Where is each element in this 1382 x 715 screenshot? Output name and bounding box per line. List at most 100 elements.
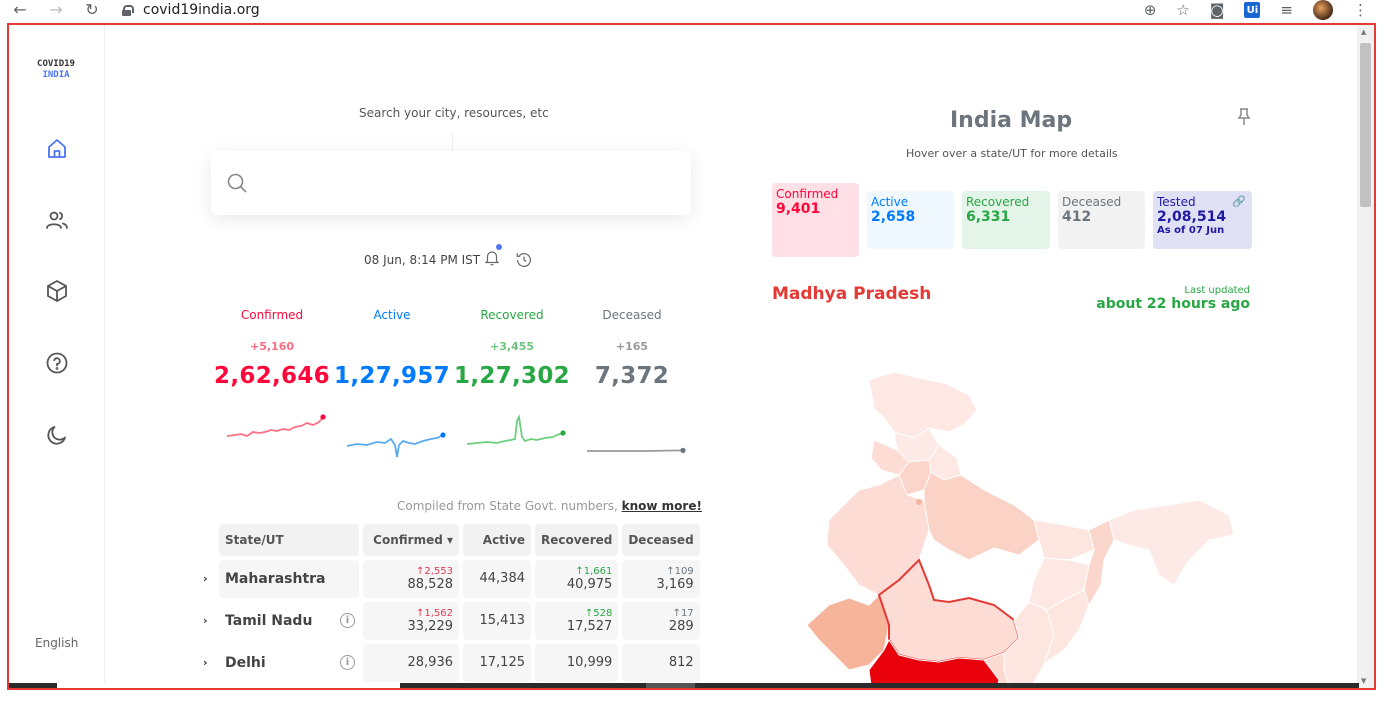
logo-line-1: COVID19 <box>37 59 75 69</box>
header-confirmed[interactable]: Confirmed ▾ <box>363 524 459 556</box>
table-row[interactable]: › Tamil Nadu i ↑1,562 33,229 15,413 ↑528 17,… <box>203 602 700 640</box>
url-text: covid19india.org <box>143 2 260 18</box>
menu-dots-icon[interactable]: ⋮ <box>1353 1 1368 19</box>
map-card-recovered[interactable]: Recovered 6,331 <box>962 191 1050 249</box>
card-subtext: As of 07 Jun <box>1157 225 1225 236</box>
map-card-deceased[interactable]: Deceased 412 <box>1058 191 1145 249</box>
profile-avatar[interactable] <box>1313 0 1333 20</box>
delhi-marker[interactable] <box>916 499 922 505</box>
moon-icon[interactable] <box>45 423 69 447</box>
pin-icon[interactable] <box>1236 107 1252 127</box>
map-title: India Map <box>950 108 1073 133</box>
scrollbar-thumb[interactable] <box>1360 43 1371 207</box>
extension-ui-icon[interactable]: Ui <box>1244 2 1261 18</box>
deceased-value: 3,169 <box>656 576 694 592</box>
state-northeast <box>1108 499 1235 586</box>
stat-label: Active <box>373 308 411 322</box>
expand-chevron-icon[interactable]: › <box>203 572 208 585</box>
header-recovered[interactable]: Recovered <box>535 524 619 556</box>
search-icon <box>225 171 249 195</box>
link-icon[interactable]: 🔗 <box>1232 195 1246 208</box>
back-arrow-icon[interactable]: ← <box>12 2 28 18</box>
stat-label: Recovered <box>480 308 544 322</box>
help-icon[interactable] <box>45 351 69 375</box>
expand-chevron-icon[interactable]: › <box>203 656 208 669</box>
know-more-link[interactable]: know more! <box>622 499 702 513</box>
active-value: 17,125 <box>479 655 526 670</box>
map-hint: Hover over a state/UT for more details <box>906 147 1118 160</box>
card-label: Deceased <box>1062 195 1122 209</box>
recovered-increase: ↑528 <box>584 607 613 619</box>
active-sparkline <box>346 432 446 458</box>
map-states <box>806 371 1235 688</box>
info-icon[interactable]: i <box>340 613 355 628</box>
table-header-row: State/UT Confirmed ▾ Active Recovered De… <box>219 524 700 556</box>
card-value: 412 <box>1062 209 1092 225</box>
compiled-text: Compiled from State Govt. numbers, <box>397 499 618 513</box>
state-jammu-kashmir <box>868 371 978 439</box>
media-icon[interactable]: ≡ <box>1280 1 1293 19</box>
bookmark-star-icon[interactable]: ☆ <box>1176 1 1189 19</box>
stat-value: 2,62,646 <box>214 363 330 389</box>
deceased-value: 812 <box>668 655 694 670</box>
users-icon[interactable] <box>45 208 69 232</box>
map-card-tested[interactable]: Tested 2,08,514 As of 07 Jun 🔗 <box>1153 191 1252 249</box>
history-icon[interactable] <box>515 251 533 269</box>
table-row[interactable]: › Delhi i 28,936 17,125 10,999 812 <box>203 644 700 682</box>
info-icon[interactable]: i <box>340 655 355 670</box>
header-state[interactable]: State/UT <box>219 524 359 556</box>
confirmed-sparkline <box>226 414 326 437</box>
confirmed-increase: ↑2,553 <box>415 565 453 577</box>
selected-state-name: Madhya Pradesh <box>772 284 932 304</box>
active-value: 44,384 <box>479 571 526 586</box>
confirmed-value: 28,936 <box>407 655 454 670</box>
state-uttar-pradesh <box>923 471 1040 561</box>
recovered-value: 40,975 <box>566 576 613 592</box>
table-row[interactable]: › Maharashtra ↑2,553 88,528 44,384 ↑1,661 4… <box>203 560 700 598</box>
browser-toolbar: ← → ↻ covid19india.org ⊕ ☆ ◙ Ui ≡ ⋮ <box>0 0 1382 20</box>
confirmed-value: 33,229 <box>407 618 454 634</box>
card-value: 2,08,514 <box>1157 209 1227 225</box>
card-label: Confirmed <box>776 187 839 201</box>
forward-arrow-icon[interactable]: → <box>48 2 64 18</box>
camera-icon[interactable]: ◙ <box>1210 1 1225 19</box>
last-updated-value: about 22 hours ago <box>1096 296 1250 312</box>
zoom-icon[interactable]: ⊕ <box>1144 1 1157 19</box>
state-name: Tamil Nadu <box>225 613 313 629</box>
address-bar[interactable]: covid19india.org <box>122 2 260 18</box>
card-label: Active <box>871 195 909 209</box>
state-gujarat <box>806 594 890 671</box>
india-map[interactable] <box>789 370 1249 690</box>
recovered-value: 17,527 <box>566 618 613 634</box>
map-card-confirmed[interactable]: Confirmed 9,401 <box>772 183 859 257</box>
search-label: Search your city, resources, etc <box>359 106 549 120</box>
stat-label: Confirmed <box>240 308 304 322</box>
deceased-sparkline <box>587 447 686 453</box>
scroll-down-icon[interactable]: ▼ <box>1361 677 1366 685</box>
site-logo[interactable]: COVID19 INDIA <box>32 59 80 81</box>
confirmed-increase: ↑1,562 <box>415 607 453 619</box>
deceased-increase: ↑109 <box>666 565 694 577</box>
compiled-note: Compiled from State Govt. numbers, know … <box>397 499 702 513</box>
map-card-active[interactable]: Active 2,658 <box>867 191 954 249</box>
search-input[interactable] <box>259 169 659 197</box>
header-active[interactable]: Active <box>463 524 531 556</box>
reload-icon[interactable]: ↻ <box>84 2 100 18</box>
package-icon[interactable] <box>45 279 69 303</box>
search-box[interactable] <box>211 151 691 215</box>
stat-value: 7,372 <box>594 363 670 389</box>
bell-icon[interactable] <box>483 244 502 267</box>
expand-chevron-icon[interactable]: › <box>203 614 208 627</box>
state-chhattisgarh <box>1003 601 1055 688</box>
stat-delta: +5,160 <box>249 340 294 353</box>
card-value: 6,331 <box>966 209 1011 225</box>
last-updated-label: Last updated <box>1184 285 1250 296</box>
home-icon[interactable] <box>45 137 69 161</box>
scroll-up-icon[interactable]: ▲ <box>1361 28 1366 36</box>
stat-value: 1,27,957 <box>334 363 450 389</box>
vertical-scrollbar[interactable]: ▲ ▼ <box>1357 25 1374 688</box>
language-selector[interactable]: English <box>35 636 78 650</box>
header-deceased[interactable]: Deceased <box>622 524 700 556</box>
confirmed-value: 88,528 <box>407 576 454 592</box>
recovered-sparkline <box>466 414 566 445</box>
